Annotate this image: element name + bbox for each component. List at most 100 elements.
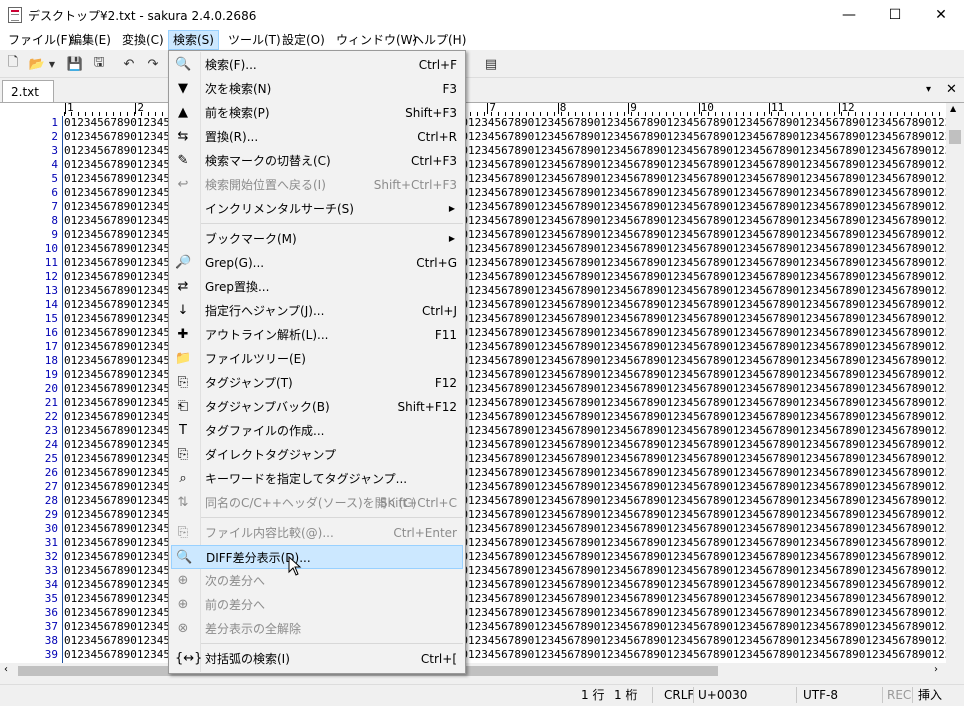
vertical-scrollbar[interactable] <box>946 103 964 663</box>
menu-item-shortcut: Ctrl+F3 <box>411 154 457 168</box>
status-encoding[interactable]: UTF-8 <box>803 685 838 705</box>
tab-close-icon[interactable]: ✕ <box>946 82 957 97</box>
menu-item[interactable]: ✎ 検索マークの切替え(C) Ctrl+F3 <box>171 149 463 173</box>
app-icon[interactable] <box>8 7 22 23</box>
outline-icon: ✚ <box>177 327 189 342</box>
menu-item[interactable]: 🔍 検索(F)... Ctrl+F <box>171 53 463 77</box>
menu-item[interactable]: ブックマーク(M) ▶ <box>171 227 463 251</box>
ruler-mark: 11 <box>769 103 785 114</box>
menu-item[interactable]: ▼ 次を検索(N) F3 <box>171 77 463 101</box>
line-number: 35 <box>44 592 58 605</box>
jump-line-icon: ↓ <box>177 303 189 318</box>
menu-item[interactable]: ⌕ キーワードを指定してタグジャンプ... <box>171 467 463 491</box>
minimize-button[interactable]: — <box>826 0 872 30</box>
maximize-button[interactable]: ☐ <box>872 0 918 30</box>
open-file-icon[interactable]: 📂 <box>28 55 46 73</box>
line-number: 17 <box>44 340 58 353</box>
title-bar: デスクトップ¥2.txt - sakura 2.4.0.2686 — ☐ ✕ <box>0 0 964 30</box>
line-number: 6 <box>51 186 58 199</box>
status-insert-mode[interactable]: 挿入 <box>918 685 942 705</box>
folder-icon: 📁 <box>175 351 192 366</box>
line-number: 13 <box>44 284 58 297</box>
next-diff-icon: ⊕ <box>177 573 189 588</box>
menu-item[interactable]: 🔎 Grep(G)... Ctrl+G <box>171 251 463 275</box>
open-dropdown-icon[interactable]: ▼ <box>46 55 58 73</box>
save-icon[interactable]: 💾 <box>66 55 84 73</box>
tab-list-icon[interactable]: ▾ <box>926 84 931 95</box>
menu-item-label: 検索マークの切替え(C) <box>205 154 331 168</box>
vertical-scroll-thumb[interactable] <box>949 130 961 144</box>
menu-item-label: 検索開始位置へ戻る(I) <box>205 178 326 192</box>
menu-item[interactable]: ✚ アウトライン解析(L)... F11 <box>171 323 463 347</box>
undo-icon[interactable]: ↶ <box>120 55 138 73</box>
line-number: 30 <box>44 522 58 535</box>
scroll-right-icon[interactable]: › <box>934 664 938 675</box>
status-col: 1 桁 <box>614 688 638 702</box>
menu-item[interactable]: 📁 ファイルツリー(E) <box>171 347 463 371</box>
save-all-icon[interactable]: 🖫 <box>90 55 108 73</box>
menu-settings[interactable]: 設定(O) <box>278 30 329 50</box>
menu-item-label: 前の差分へ <box>205 598 266 612</box>
line-number: 1 <box>51 116 58 129</box>
find-prev-icon: ▲ <box>178 105 188 120</box>
scroll-left-icon[interactable]: ‹ <box>4 664 8 675</box>
menu-item: ⎘ ファイル内容比較(@)... Ctrl+Enter <box>171 521 463 545</box>
menu-item[interactable]: ⎘ ダイレクトタグジャンプ <box>171 443 463 467</box>
menu-item-label: 検索(F)... <box>205 58 257 72</box>
menu-item: ⊗ 差分表示の全解除 <box>171 617 463 641</box>
menu-item-label: 次の差分へ <box>205 574 266 588</box>
menu-item-shortcut: F11 <box>434 328 457 342</box>
settings-icon[interactable]: ▤ <box>482 55 500 73</box>
menu-item-label: 差分表示の全解除 <box>205 622 302 636</box>
line-number: 37 <box>44 620 58 633</box>
toolbar: 🗋 📂 ▼ 💾 🖫 ↶ ↷ ▤ <box>0 51 964 78</box>
menu-item[interactable]: T タグファイルの作成... <box>171 419 463 443</box>
redo-icon[interactable]: ↷ <box>144 55 162 73</box>
menu-item[interactable]: ▲ 前を検索(P) Shift+F3 <box>171 101 463 125</box>
menu-item-label: インクリメンタルサーチ(S) <box>205 202 354 216</box>
line-number: 23 <box>44 424 58 437</box>
line-number: 3 <box>51 144 58 157</box>
close-button[interactable]: ✕ <box>918 0 964 30</box>
line-number: 19 <box>44 368 58 381</box>
menu-help[interactable]: ヘルプ(H) <box>408 30 470 50</box>
menu-item[interactable]: インクリメンタルサーチ(S) ▶ <box>171 197 463 221</box>
tab-2-txt[interactable]: 2.txt <box>2 80 54 102</box>
menu-item[interactable]: {↔} 対括弧の検索(I) Ctrl+[ <box>171 647 463 671</box>
menu-search[interactable]: 検索(S) <box>168 30 219 50</box>
line-number: 21 <box>44 396 58 409</box>
menu-item-shortcut: Shift+F3 <box>405 106 457 120</box>
line-number: 22 <box>44 410 58 423</box>
new-file-icon[interactable]: 🗋 <box>4 55 22 73</box>
line-number-gutter: 1 2 3 4 5 6 7 8 9 10 11 12 13 14 15 16 17 18 19 20 21 22 23 24 2… <box>0 116 62 663</box>
line-number: 2 <box>51 130 58 143</box>
menu-item[interactable]: 🔍 DIFF差分表示(D)... <box>171 545 463 569</box>
line-number: 8 <box>51 214 58 227</box>
menu-separator <box>201 517 463 518</box>
menu-convert[interactable]: 変換(C) <box>118 30 168 50</box>
line-number: 38 <box>44 634 58 647</box>
status-eol[interactable]: CRLF <box>664 685 694 705</box>
menu-item[interactable]: ⇆ 置換(R)... Ctrl+R <box>171 125 463 149</box>
direct-tag-jump-icon: ⎘ <box>177 447 189 462</box>
search-mark-icon: ✎ <box>177 153 189 168</box>
binoculars-icon: 🔍 <box>175 57 192 72</box>
line-number: 39 <box>44 648 58 661</box>
line-number: 31 <box>44 536 58 549</box>
mouse-cursor-icon <box>288 556 302 576</box>
status-codepoint: U+0030 <box>698 688 748 702</box>
menu-item[interactable]: ↓ 指定行へジャンプ(J)... Ctrl+J <box>171 299 463 323</box>
line-number: 5 <box>51 172 58 185</box>
menu-edit[interactable]: 編集(E) <box>66 30 115 50</box>
editor-area[interactable]: 123456789101112 123456789101112131415161… <box>0 103 946 663</box>
menu-item: ↩ 検索開始位置へ戻る(I) Shift+Ctrl+F3 <box>171 173 463 197</box>
line-number: 29 <box>44 508 58 521</box>
menu-item[interactable]: ⎗ タグジャンプバック(B) Shift+F12 <box>171 395 463 419</box>
menu-item[interactable]: ⎘ タグジャンプ(T) F12 <box>171 371 463 395</box>
menu-tools[interactable]: ツール(T) <box>224 30 285 50</box>
ruler-mark: 2 <box>135 103 145 114</box>
menu-item-label: 次を検索(N) <box>205 82 272 96</box>
menu-item[interactable]: ⇄ Grep置換... <box>171 275 463 299</box>
tag-jump-icon: ⎘ <box>177 375 189 390</box>
scroll-up-icon[interactable]: ▲ <box>950 104 956 113</box>
